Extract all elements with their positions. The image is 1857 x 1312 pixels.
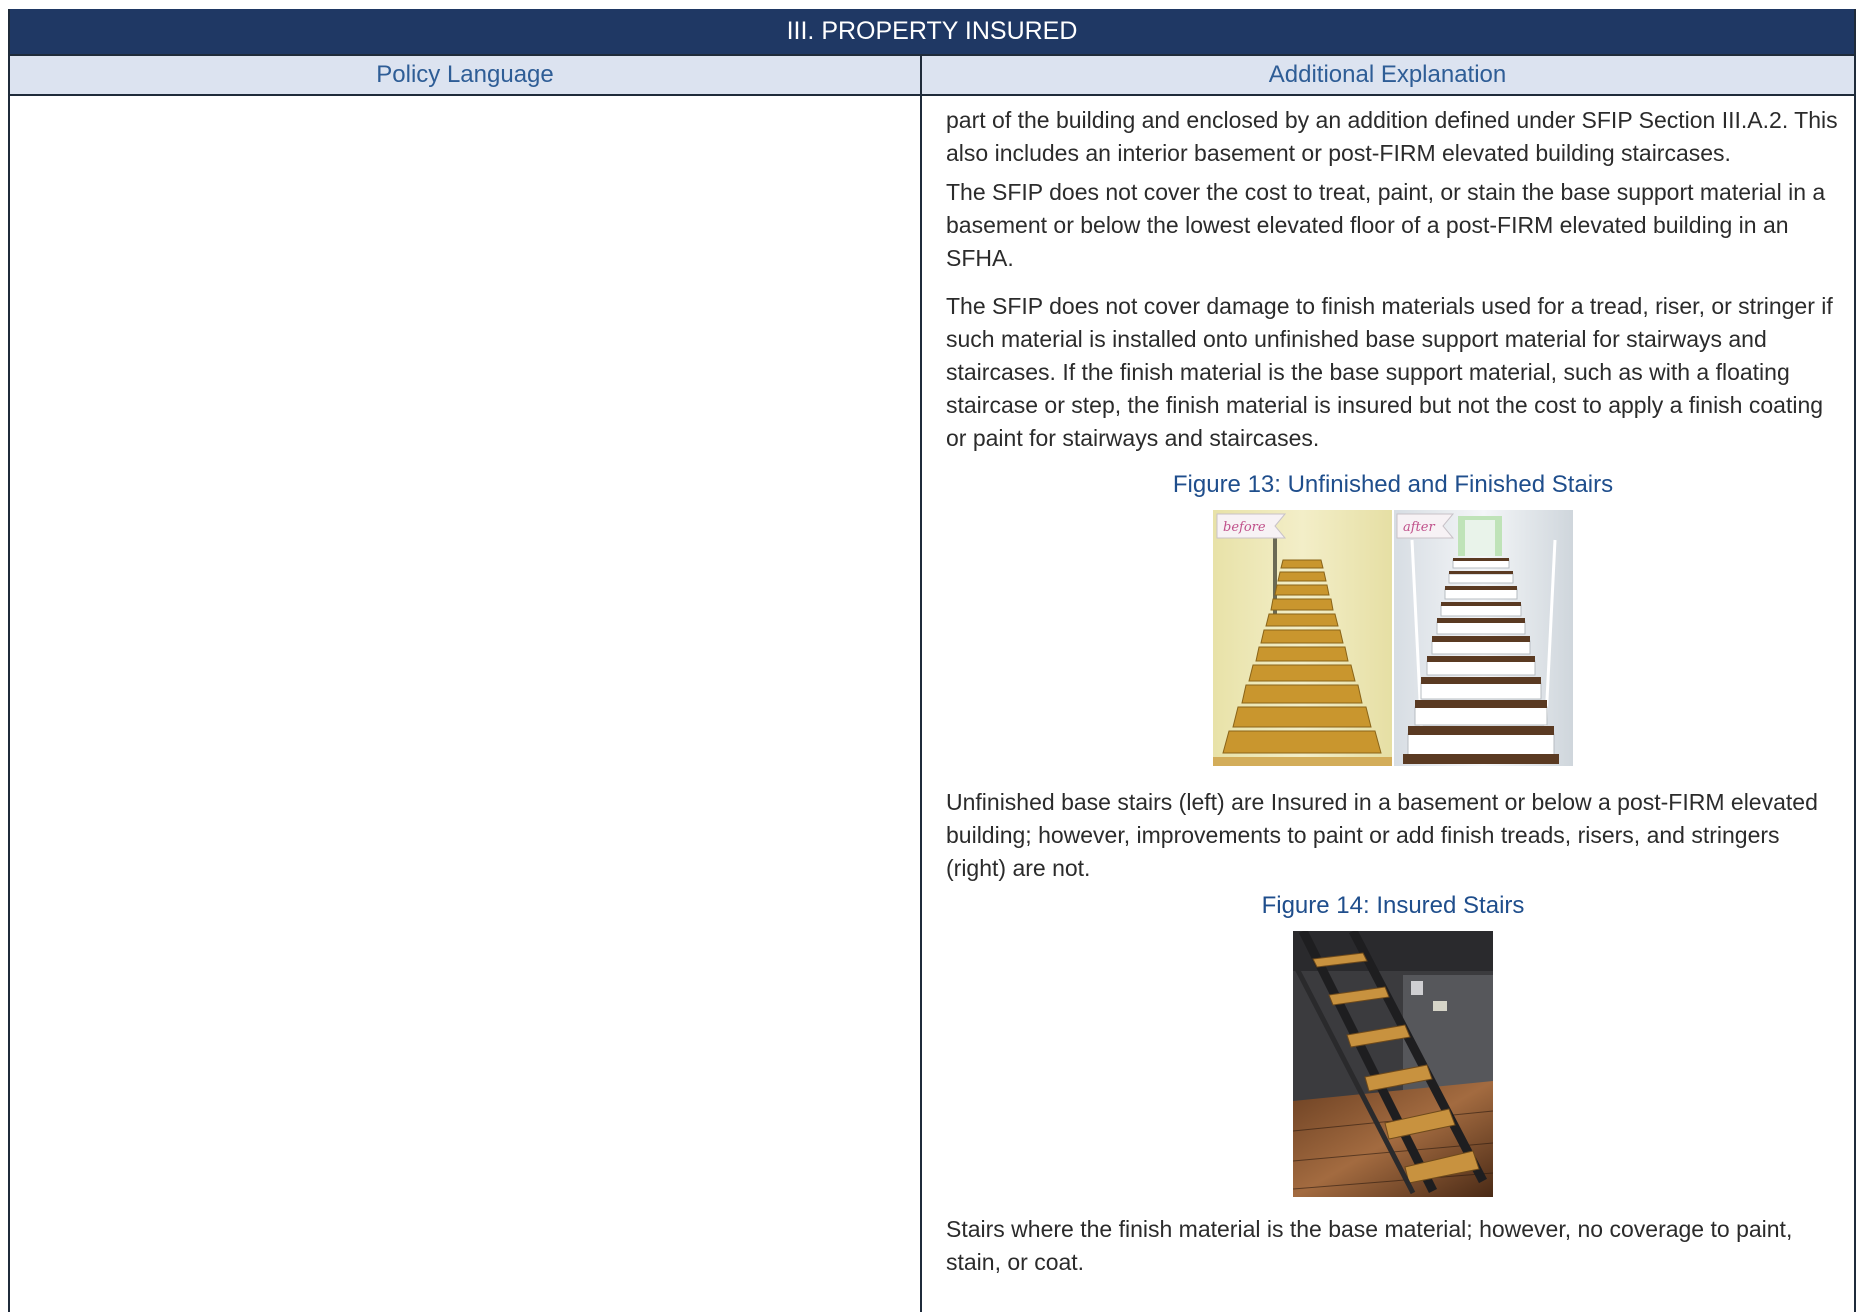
figure-13-caption: Figure 13: Unfinished and Finished Stair… <box>1172 471 1614 498</box>
explanation-paragraph: part of the building and enclosed by an … <box>946 107 1838 166</box>
after-tag: after <box>1403 520 1435 535</box>
table-header-row: Policy Language Additional Explanation <box>10 54 1854 96</box>
property-insured-table: III. PROPERTY INSURED Policy Language Ad… <box>8 9 1856 1312</box>
figure-13-image: before after <box>946 510 1840 766</box>
before-tag: before <box>1223 520 1266 535</box>
explanation-paragraph: The SFIP does not cover damage to finish… <box>946 293 1833 451</box>
header-policy-language: Policy Language <box>376 61 554 88</box>
explanation-paragraph: The SFIP does not cover the cost to trea… <box>946 179 1826 271</box>
figure-14-image <box>946 931 1840 1197</box>
figure-14-description: Stairs where the finish material is the … <box>946 1216 1793 1275</box>
table-title: III. PROPERTY INSURED <box>10 9 1854 54</box>
figure-14-caption: Figure 14: Insured Stairs <box>1261 892 1525 919</box>
figure-13-description: Unfinished base stairs (left) are Insure… <box>946 789 1818 881</box>
floating-staircase-photo <box>1293 931 1493 1197</box>
policy-language-cell <box>10 96 920 1312</box>
header-additional-explanation: Additional Explanation <box>1268 61 1507 88</box>
before-after-stairs-photo: before after <box>1213 510 1573 766</box>
additional-explanation-cell: part of the building and enclosed by an … <box>922 96 1854 1312</box>
